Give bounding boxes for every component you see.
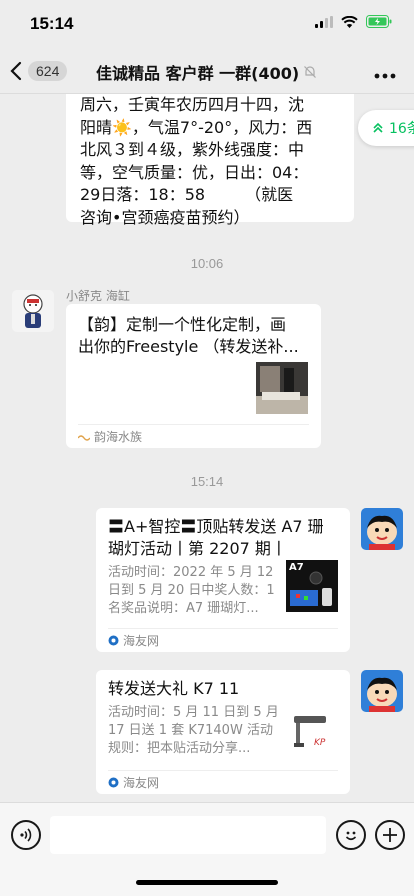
battery-icon [366, 15, 392, 28]
status-time: 15:14 [30, 14, 74, 33]
card-description: 活动时间：5 月 11 日到 5 月 [108, 705, 279, 720]
back-button[interactable]: 624 [10, 58, 70, 84]
message-input[interactable] [50, 816, 326, 854]
emoji-icon [345, 831, 357, 841]
weather-line: 阳晴☀️，气温7°-20°，风力：西 [80, 117, 313, 137]
link-card[interactable]: 转发送大礼 K7 11 活动时间：5 月 11 日到 5 月 17 日送 1 套… [96, 670, 350, 794]
wave-logo-icon [78, 434, 90, 441]
room-image-icon [256, 362, 308, 414]
card-title: 转发送大礼 K7 11 [108, 679, 240, 698]
emoji-button[interactable] [336, 820, 366, 850]
card-title: 瑚灯活动丨第 2207 期丨 [108, 539, 287, 558]
card-source-label: 海友网 [123, 776, 160, 790]
voice-button[interactable] [11, 820, 41, 850]
plus-icon [383, 828, 397, 842]
timestamp: 15:14 [190, 474, 224, 489]
card-description: 活动时间：2022 年 5 月 12 [108, 565, 274, 580]
cartoon-avatar-icon [361, 670, 403, 712]
sender-name: 小舒克 海缸 [66, 289, 130, 303]
double-chevron-up-icon [373, 122, 383, 133]
card-source: 海友网 [108, 628, 338, 652]
weather-line: 周六，壬寅年农历四月十四，沈 [80, 95, 305, 114]
nav-bar: 624 佳诚精品 客户群 一群(400) [0, 46, 414, 94]
status-bar: 15:14 [0, 0, 414, 46]
chevron-left-icon [10, 61, 22, 81]
card-title: 〓A+智控〓顶贴转发送 A7 珊 [108, 517, 324, 536]
link-card[interactable]: 〓A+智控〓顶贴转发送 A7 珊 瑚灯活动丨第 2207 期丨 活动时间：202… [96, 508, 350, 652]
signal-icon [315, 15, 333, 28]
chat-title: 佳诚精品 客户群 一群(400) [96, 60, 317, 84]
more-options-button[interactable] [374, 60, 396, 84]
self-avatar[interactable] [361, 670, 403, 712]
card-source-label: 海友网 [123, 634, 160, 648]
self-avatar[interactable] [361, 508, 403, 550]
mute-bell-icon [304, 66, 317, 78]
card-source: 海友网 [108, 770, 338, 794]
card-description: 规则：把本贴活动分享... [108, 741, 251, 756]
more-icon [374, 73, 396, 79]
wifi-icon [341, 15, 358, 28]
card-description: 名奖品说明：A7 珊瑚灯... [108, 601, 259, 616]
site-logo-icon [108, 635, 119, 646]
home-indicator [136, 880, 278, 885]
card-description: 日到 5 月 20 日中奖人数：1 [108, 583, 275, 598]
voice-icon [20, 828, 32, 842]
weather-line: 北风３到４级，紫外线强度：中 [80, 140, 305, 159]
new-messages-label: 16条 [389, 121, 414, 137]
chat-title-text: 佳诚精品 客户群 一群(400) [96, 64, 300, 83]
unread-count-badge: 624 [28, 61, 68, 81]
status-icons [315, 15, 392, 28]
site-logo-icon [108, 777, 119, 788]
weather-message-bubble[interactable]: 周六，壬寅年农历四月十四，沈 阳晴☀️，气温7°-20°，风力：西 北风３到４级… [66, 94, 354, 227]
person-avatar-icon [12, 290, 54, 332]
card-description: 17 日送 1 套 K7140W 活动 [108, 723, 273, 738]
card-title: 【韵】定制一个性化定制，画 [78, 315, 287, 334]
chat-area[interactable]: 周六，壬寅年农历四月十四，沈 阳晴☀️，气温7°-20°，风力：西 北风３到４级… [0, 94, 414, 802]
link-card[interactable]: 【韵】定制一个性化定制，画 出你的Freestyle （转发送补... 韵海水族 [66, 304, 321, 448]
card-source-label: 韵海水族 [94, 430, 143, 444]
cartoon-avatar-icon [361, 508, 403, 550]
card-thumbnail [256, 362, 308, 414]
weather-line: 29日落：18：58 （就医 [80, 185, 294, 204]
lamp-bracket-icon [294, 716, 326, 747]
card-title: 出你的Freestyle （转发送补... [78, 337, 299, 356]
card-thumbnail: A7 [286, 560, 338, 612]
new-messages-indicator[interactable]: 16条 [358, 110, 414, 146]
card-thumbnail: KP [286, 710, 338, 754]
thumbnail-label: KP [314, 738, 326, 748]
weather-line: 咨询•宫颈癌疫苗预约） [80, 207, 250, 227]
timestamp: 10:06 [190, 256, 224, 271]
avatar[interactable] [12, 290, 54, 332]
lamp-product-icon [290, 571, 332, 606]
more-functions-button[interactable] [375, 820, 405, 850]
card-source: 韵海水族 [78, 424, 309, 448]
weather-line: 等，空气质量：优，日出：04： [80, 162, 309, 182]
